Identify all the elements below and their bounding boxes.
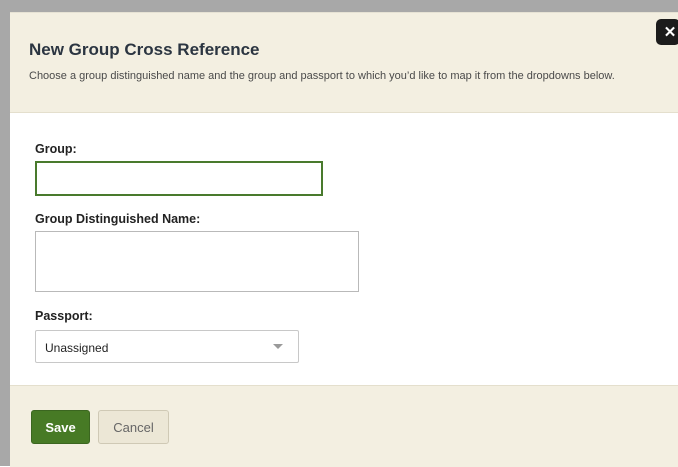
group-cross-reference-dialog: New Group Cross Reference Choose a group… <box>10 12 678 467</box>
close-icon: ✕ <box>663 24 677 41</box>
group-dn-textarea[interactable] <box>35 231 359 292</box>
cancel-button[interactable]: Cancel <box>98 410 169 444</box>
group-dn-label: Group Distinguished Name: <box>35 212 201 226</box>
passport-select[interactable]: Unassigned <box>35 330 299 363</box>
dialog-description: Choose a group distinguished name and th… <box>29 70 615 82</box>
chevron-down-icon <box>273 344 283 349</box>
dialog-header: New Group Cross Reference Choose a group… <box>10 13 678 113</box>
page-backdrop <box>0 0 678 12</box>
dialog-footer: Save Cancel <box>10 385 678 467</box>
close-button[interactable]: ✕ <box>656 19 678 45</box>
save-button[interactable]: Save <box>31 410 90 444</box>
group-label: Group: <box>35 142 77 156</box>
page-backdrop-left <box>0 0 10 466</box>
dialog-title: New Group Cross Reference <box>29 40 260 59</box>
passport-selected-value: Unassigned <box>45 341 109 355</box>
group-input[interactable] <box>35 161 323 196</box>
passport-label: Passport: <box>35 309 93 323</box>
